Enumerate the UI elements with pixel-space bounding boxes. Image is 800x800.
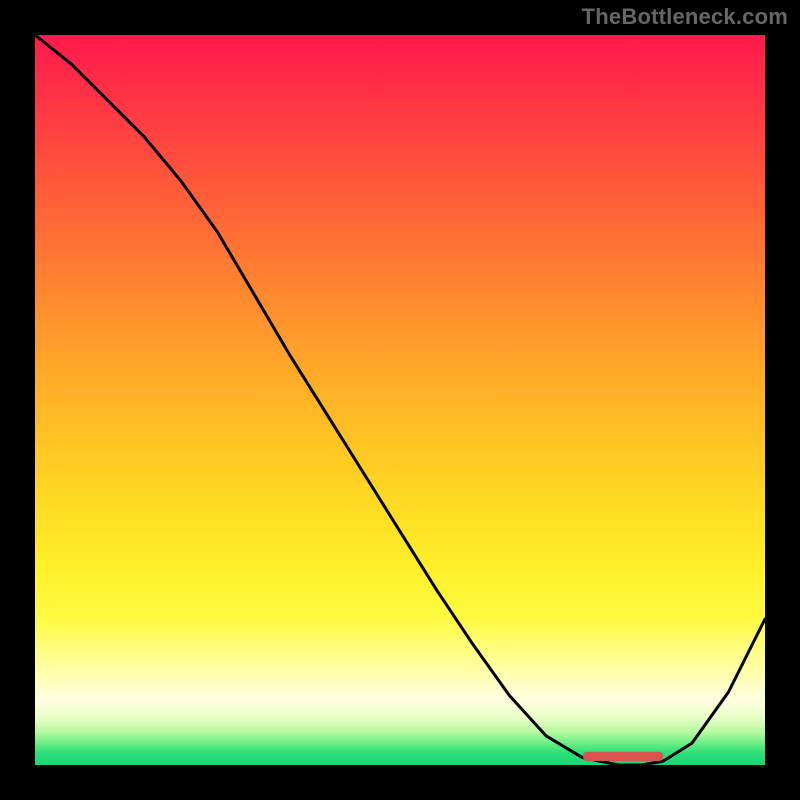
optimal-range-marker	[583, 752, 663, 761]
plot-area	[35, 35, 765, 765]
watermark-text: TheBottleneck.com	[582, 4, 788, 30]
curve-svg	[35, 35, 765, 765]
chart-stage: TheBottleneck.com	[0, 0, 800, 800]
bottleneck-curve	[35, 35, 765, 765]
